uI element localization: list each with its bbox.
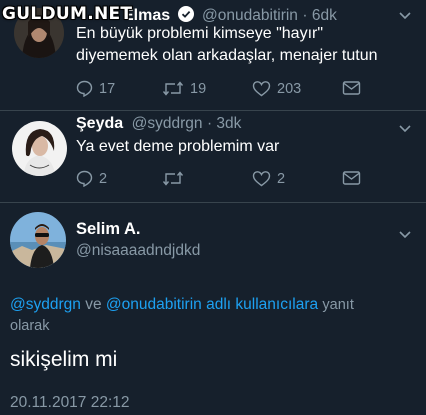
like-icon — [252, 81, 271, 97]
like-count: 203 — [277, 80, 302, 97]
watermark-logo: GULDUM.NET — [2, 4, 133, 24]
tweet-2-header: Şeyda @syddrgn · 3dk — [76, 115, 241, 133]
tweet-text: En büyük problemi kimseye "hayır" diyeme… — [76, 23, 378, 67]
tweet-text-line-2: diyememek olan arkadaşlar, menajer tutun — [76, 47, 378, 64]
author-handle[interactable]: @onudabitirin — [202, 7, 298, 24]
chevron-down-icon[interactable] — [398, 8, 412, 26]
separator-dot: · — [206, 115, 217, 132]
tweet-actions: 2 2 — [76, 170, 376, 192]
tweet-time[interactable]: 6dk — [312, 7, 337, 24]
dm-button[interactable] — [342, 80, 361, 96]
separator-dot: · — [302, 7, 312, 24]
mention-suffix[interactable]: adlı kullanıcılara — [206, 296, 318, 313]
avatar-selim[interactable] — [10, 212, 66, 268]
author-name[interactable]: Selim A. — [76, 220, 141, 239]
dm-icon — [342, 171, 361, 185]
tweet-text: Ya evet deme problemim var — [76, 138, 280, 155]
tweet-datetime[interactable]: 20.11.2017 22:12 — [10, 394, 130, 412]
like-icon — [252, 171, 271, 187]
reply-to-line: @syddrgn ve @onudabitirin adlı kullanıcı… — [10, 294, 420, 337]
reply-count: 2 — [99, 170, 108, 187]
reply-icon — [76, 170, 93, 187]
reply-button[interactable]: 17 — [76, 80, 115, 97]
reply-button[interactable]: 2 — [76, 170, 107, 187]
like-button[interactable]: 203 — [252, 80, 301, 97]
reply-icon — [76, 80, 93, 97]
chevron-down-icon[interactable] — [398, 121, 412, 139]
mention-link[interactable]: @onudabitirin — [106, 296, 202, 313]
reply-to-and: ve — [85, 296, 102, 313]
chevron-down-icon[interactable] — [398, 227, 412, 245]
retweet-count: 19 — [190, 80, 207, 97]
dm-button[interactable] — [342, 170, 361, 186]
focused-tweet-text: sikişelim mi — [10, 348, 118, 371]
tweet-actions: 17 19 203 — [76, 80, 376, 102]
author-handle[interactable]: @nisaaaadndjdkd — [76, 242, 200, 260]
like-button[interactable]: 2 — [252, 170, 285, 187]
focused-tweet: Selim A. @nisaaaadndjdkd @syddrgn ve @on… — [0, 203, 426, 415]
author-name[interactable]: Şeyda — [76, 115, 123, 132]
tweet-text-line-1: En büyük problemi kimseye "hayır" — [76, 25, 324, 42]
reply-to-suffix: yanıt — [322, 297, 354, 313]
retweet-button[interactable] — [162, 170, 184, 187]
reply-count: 17 — [99, 80, 116, 97]
tweet-time[interactable]: 3dk — [216, 115, 241, 132]
retweet-button[interactable]: 19 — [162, 80, 206, 97]
like-count: 2 — [277, 170, 286, 187]
author-handle[interactable]: @syddrgn — [132, 115, 203, 132]
avatar-seyda[interactable] — [12, 121, 67, 176]
dm-icon — [342, 81, 361, 95]
tweet-2[interactable]: Şeyda @syddrgn · 3dk Ya evet deme proble… — [0, 111, 426, 203]
reply-to-suffix: olarak — [10, 318, 50, 334]
retweet-icon — [162, 81, 184, 96]
retweet-icon — [162, 171, 184, 186]
mention-link[interactable]: @syddrgn — [10, 296, 81, 313]
